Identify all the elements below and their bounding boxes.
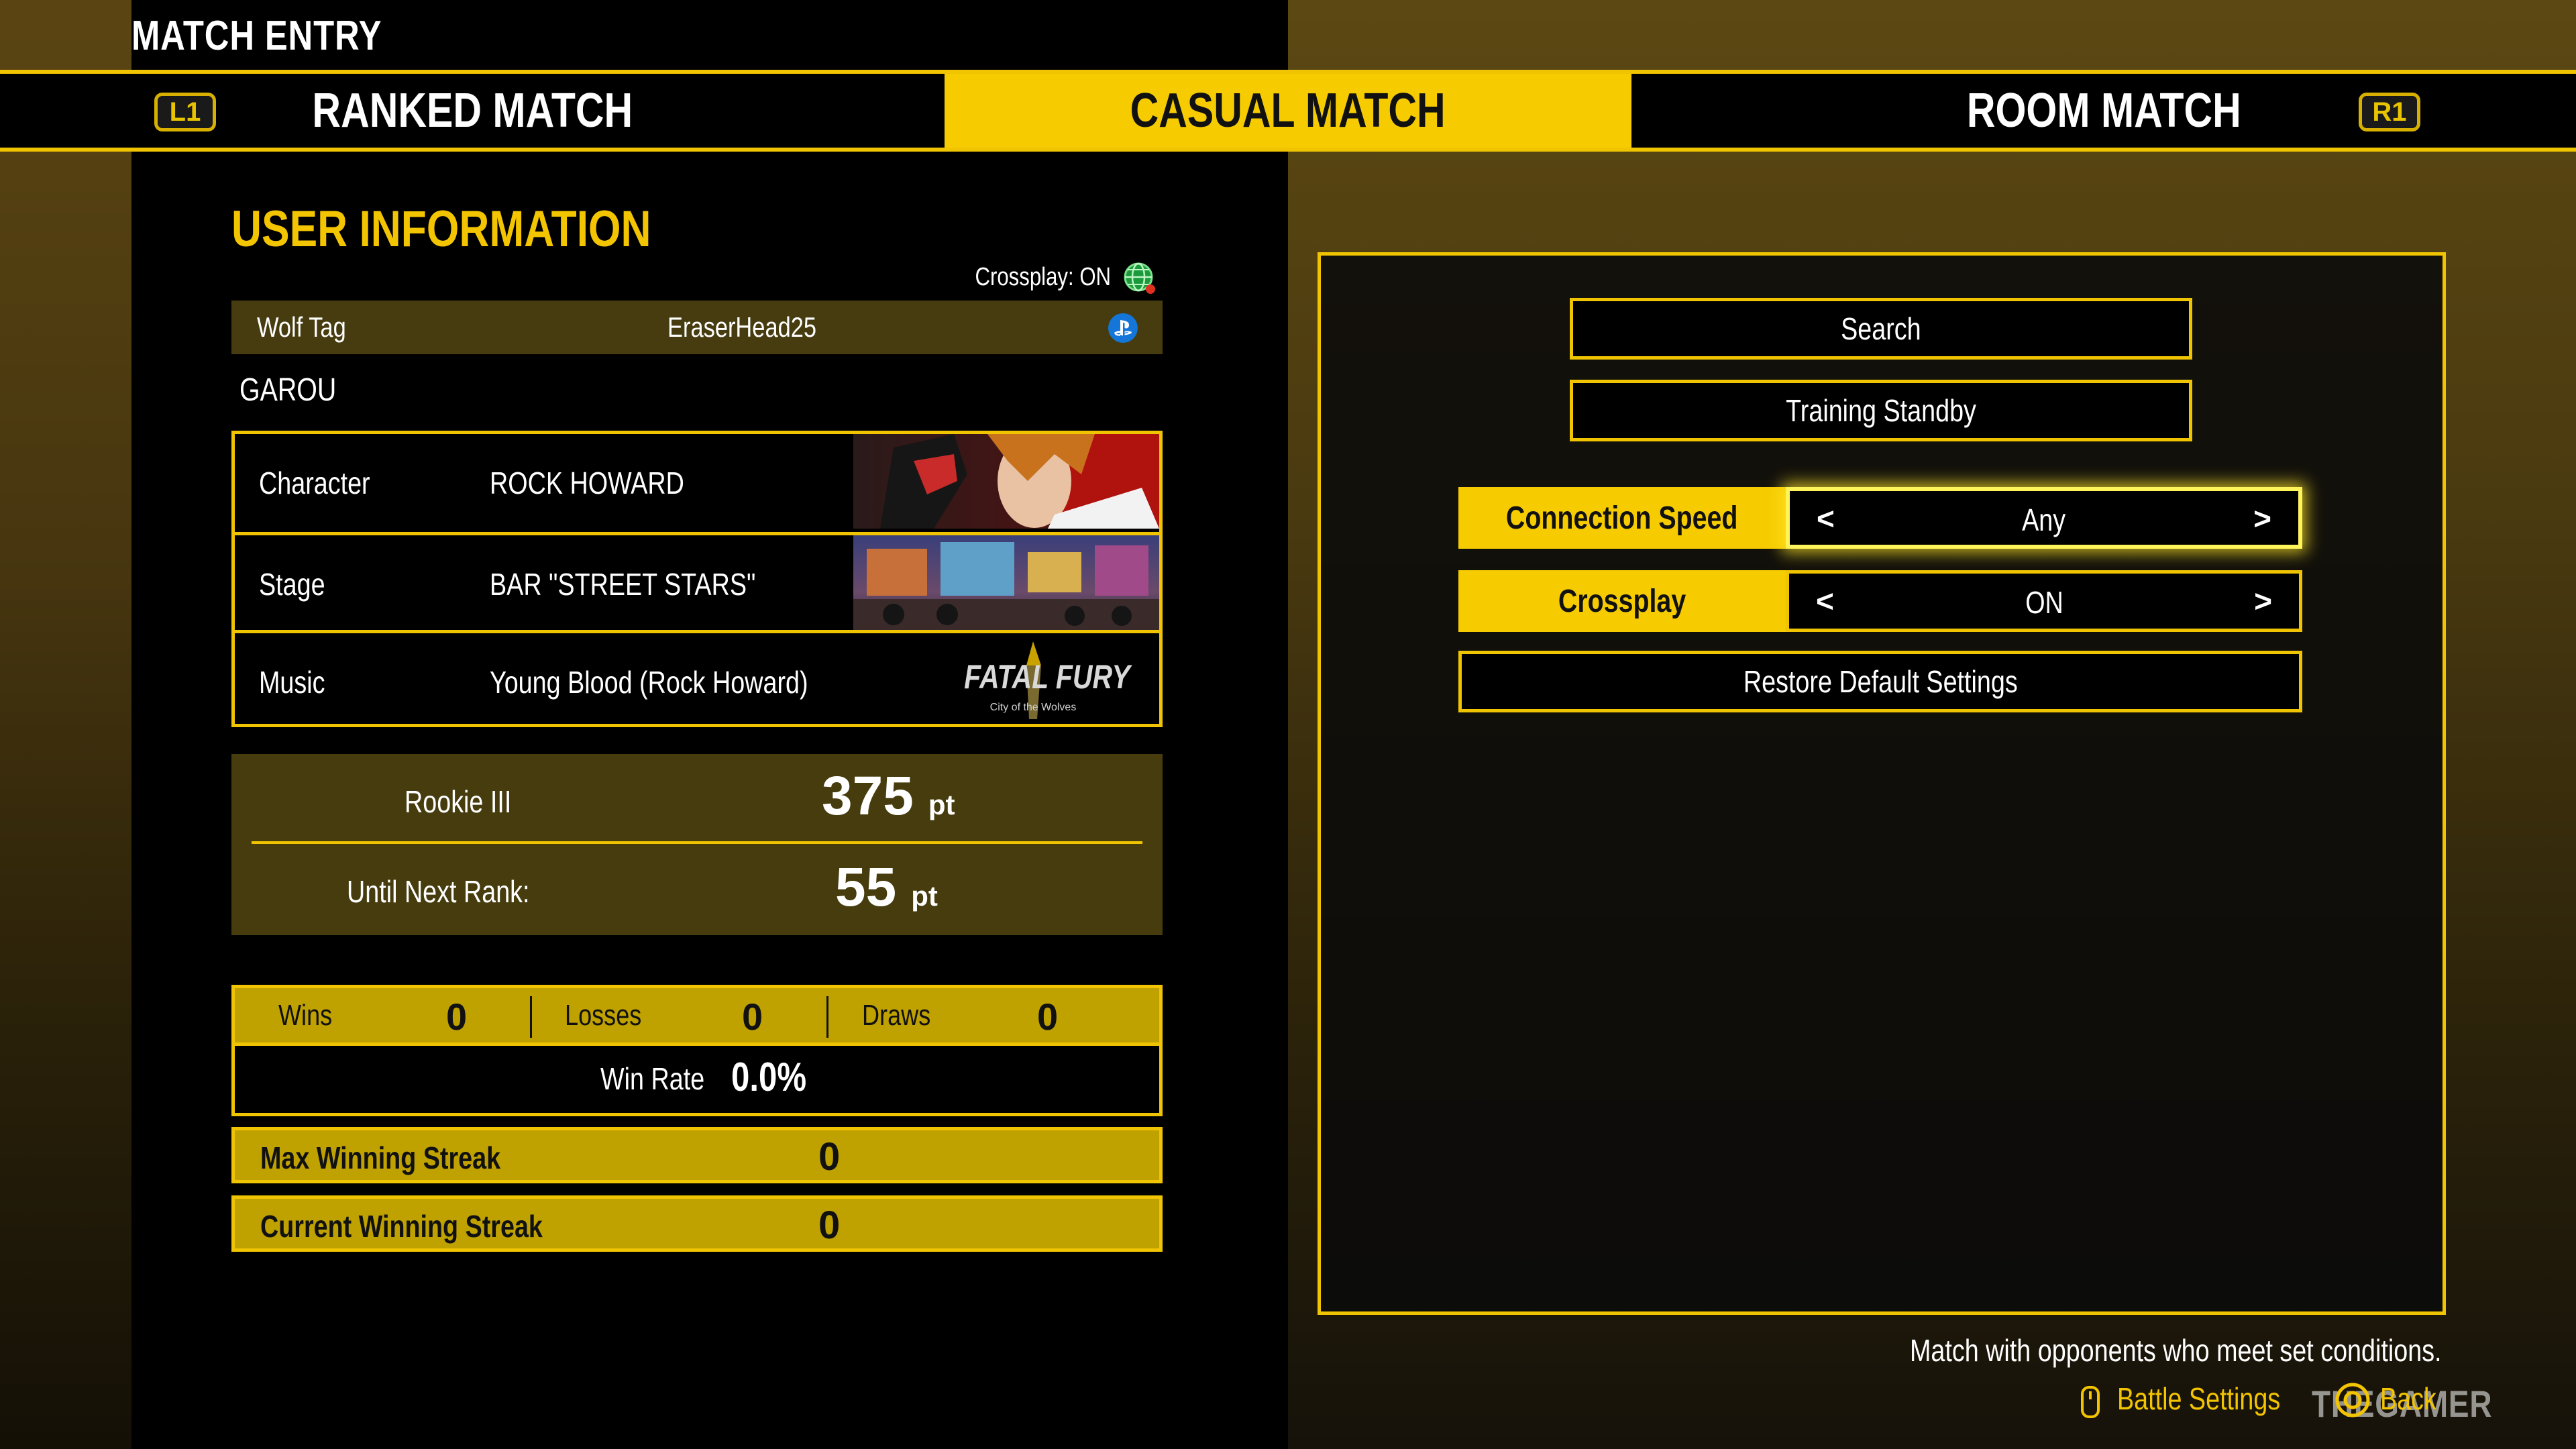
fatal-fury-logo: FATAL FURY City of the Wolves: [946, 639, 1130, 722]
playstation-icon: [1108, 313, 1138, 343]
wins-label: Wins: [278, 999, 333, 1032]
rank-name: Rookie III: [405, 784, 512, 819]
stage-preview-image: [853, 535, 1159, 630]
touchpad-button-icon: [2076, 1383, 2105, 1421]
arrow-right-icon[interactable]: >: [2254, 583, 2272, 619]
current-winning-streak-row: Current Winning Streak 0: [231, 1195, 1163, 1252]
max-streak-label: Max Winning Streak: [260, 1140, 501, 1175]
battle-settings-button[interactable]: Battle Settings: [2117, 1381, 2316, 1417]
loadout-label: Character: [259, 466, 370, 500]
user-information-heading: USER INFORMATION: [231, 201, 651, 258]
connection-speed-selector[interactable]: < Any >: [1786, 487, 2302, 549]
rank-points: 375 pt: [822, 765, 955, 826]
back-button[interactable]: Back: [2380, 1381, 2449, 1417]
help-hint-text: Match with opponents who meet set condit…: [1910, 1333, 2442, 1368]
crossplay-status: Crossplay: ON: [975, 263, 1111, 291]
loadout-value: Young Blood (Rock Howard): [490, 665, 808, 700]
losses-value: 0: [742, 996, 763, 1038]
draws-value: 0: [1037, 996, 1059, 1038]
arrow-right-icon[interactable]: >: [2253, 500, 2271, 537]
tab-ranked-match[interactable]: RANKED MATCH: [0, 74, 945, 148]
current-streak-value: 0: [818, 1203, 841, 1247]
connection-speed-value: Any: [2022, 502, 2066, 537]
loadout-row-stage[interactable]: Stage BAR "STREET STARS": [235, 532, 1159, 630]
crossplay-value: ON: [2025, 585, 2063, 620]
connection-speed-label: Connection Speed: [1458, 487, 1786, 549]
current-streak-label: Current Winning Streak: [260, 1209, 543, 1244]
max-winning-streak-row: Max Winning Streak 0: [231, 1127, 1163, 1183]
loadout-row-music[interactable]: Music Young Blood (Rock Howard) FATAL FU…: [235, 630, 1159, 724]
loadout-row-character[interactable]: Character ROCK HOWARD: [235, 434, 1159, 532]
rank-panel: Rookie III 375 pt Until Next Rank: 55 pt: [231, 754, 1163, 935]
character-portrait-image: [853, 434, 1159, 529]
wolf-tag-label: Wolf Tag: [257, 311, 346, 343]
draws-label: Draws: [862, 999, 931, 1032]
stat-divider: [826, 996, 828, 1038]
page-title: MATCH ENTRY: [131, 13, 382, 59]
wins-losses-draws-row: Wins 0 Losses 0 Draws 0: [235, 988, 1159, 1046]
circle-button-icon: [2334, 1382, 2371, 1418]
search-button[interactable]: Search: [1570, 298, 2192, 360]
loadout-value: ROCK HOWARD: [490, 466, 684, 500]
game-name: GAROU: [239, 372, 337, 408]
crossplay-label: Crossplay: [1458, 570, 1786, 632]
stat-divider: [530, 996, 532, 1038]
win-rate-label: Win Rate: [600, 1061, 704, 1096]
loadout-table: Character ROCK HOWARD Stage BAR "STREET …: [231, 431, 1163, 727]
tab-room-match[interactable]: ROOM MATCH: [1631, 74, 2576, 148]
wins-value: 0: [446, 996, 468, 1038]
loadout-label: Music: [259, 665, 325, 700]
r1-button-icon[interactable]: R1: [2359, 93, 2420, 131]
loadout-label: Stage: [259, 567, 325, 602]
match-record-panel: Wins 0 Losses 0 Draws 0 Win Rate 0.0%: [231, 985, 1163, 1116]
rank-divider: [252, 841, 1142, 844]
crossplay-globe-icon: [1123, 262, 1157, 295]
crossplay-selector[interactable]: < ON >: [1786, 570, 2302, 632]
training-standby-button[interactable]: Training Standby: [1570, 380, 2192, 441]
tab-casual-match[interactable]: CASUAL MATCH: [945, 74, 1631, 148]
wolf-tag-row: Wolf Tag EraserHead25: [231, 301, 1163, 354]
l1-button-icon[interactable]: L1: [154, 93, 216, 131]
next-rank-label: Until Next Rank:: [347, 874, 530, 909]
wolf-tag-value: EraserHead25: [667, 311, 817, 343]
restore-default-settings-button[interactable]: Restore Default Settings: [1458, 651, 2302, 712]
max-streak-value: 0: [818, 1135, 841, 1179]
mode-tab-bar: RANKED MATCH CASUAL MATCH ROOM MATCH L1 …: [0, 70, 2576, 152]
losses-label: Losses: [565, 999, 642, 1032]
win-rate-value: 0.0%: [731, 1055, 807, 1099]
next-rank-points: 55 pt: [835, 857, 938, 918]
loadout-value: BAR "STREET STARS": [490, 567, 756, 602]
